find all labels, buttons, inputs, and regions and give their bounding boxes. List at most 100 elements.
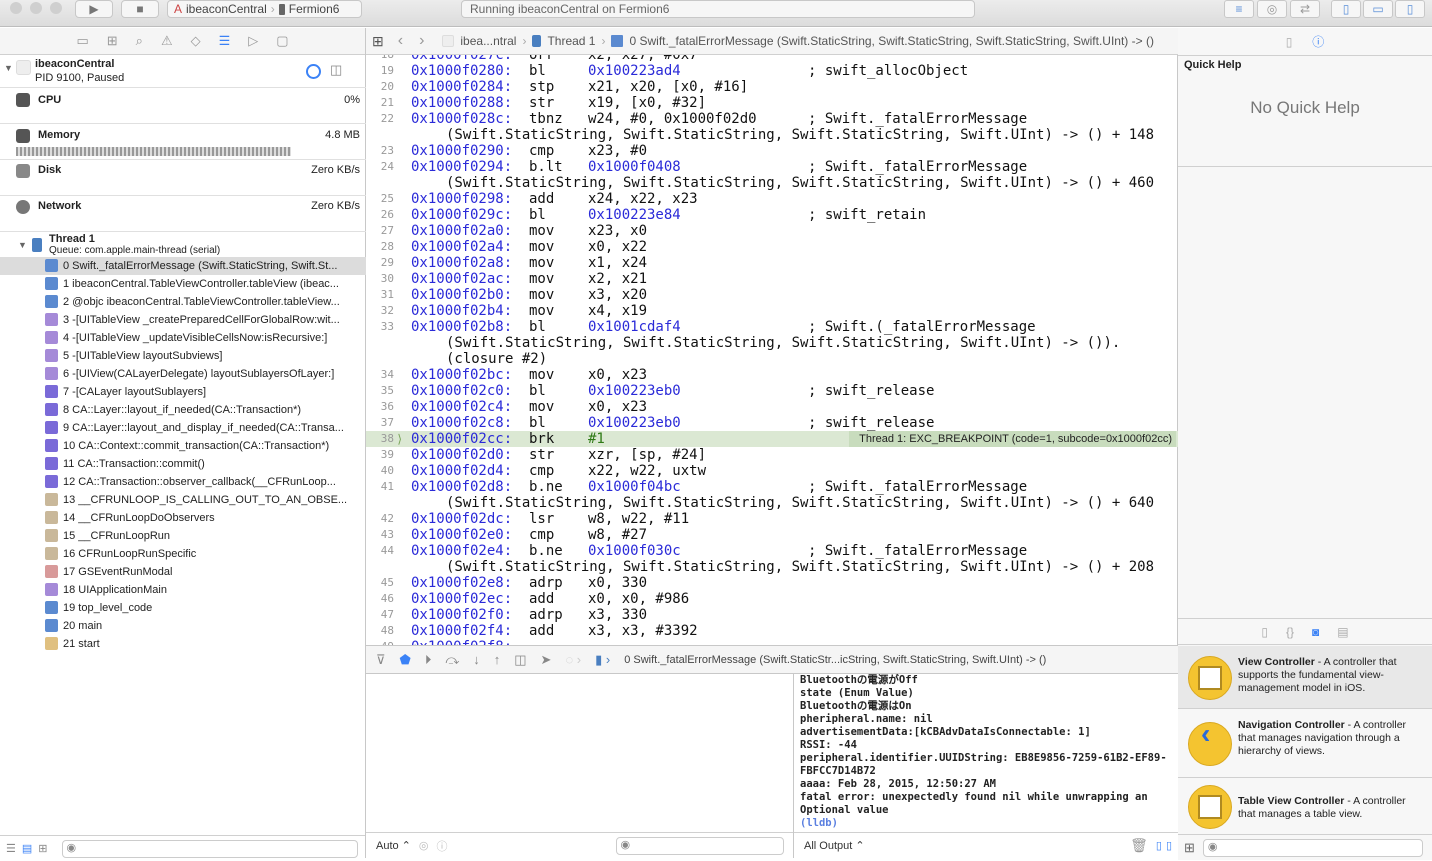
line-number[interactable]: 32 bbox=[366, 303, 394, 319]
code-view[interactable]: 18 0x1000f027c: orr x2, x27, #0x7 19 0x1000f0… bbox=[366, 55, 1178, 645]
line-number[interactable]: 21 bbox=[366, 95, 394, 111]
code-line[interactable]: 34 0x1000f02bc: mov x0, x23 bbox=[366, 367, 1178, 383]
code-line[interactable]: 29 0x1000f02a8: mov x1, x24 bbox=[366, 255, 1178, 271]
line-number[interactable]: 29 bbox=[366, 255, 394, 271]
search-icon[interactable]: ⌕ bbox=[136, 33, 143, 49]
object-library-icon[interactable]: ◙ bbox=[1312, 625, 1319, 639]
disclosure-triangle-icon[interactable]: ▼ bbox=[18, 240, 27, 250]
code-line[interactable]: 45 0x1000f02e8: adrp x0, 330 bbox=[366, 575, 1178, 591]
line-number[interactable]: 31 bbox=[366, 287, 394, 303]
lldb-prompt[interactable]: (lldb) bbox=[800, 817, 1172, 830]
code-line[interactable]: 40 0x1000f02d4: cmp x22, w22, uxtw bbox=[366, 463, 1178, 479]
continue-icon[interactable]: ⏵ bbox=[425, 652, 432, 668]
line-number[interactable]: 44 bbox=[366, 543, 394, 559]
line-number[interactable]: 25 bbox=[366, 191, 394, 207]
stack-frame[interactable]: 8 CA::Layer::layout_if_needed(CA::Transa… bbox=[0, 401, 366, 419]
line-number[interactable]: 22 bbox=[366, 111, 394, 127]
stack-frame[interactable]: 9 CA::Layer::layout_and_display_if_neede… bbox=[0, 419, 366, 437]
stack-frame[interactable]: 20 main bbox=[0, 617, 366, 635]
breakpoints-toggle-icon[interactable]: ⬟ bbox=[400, 652, 411, 668]
trash-icon[interactable]: 🗑 bbox=[1130, 837, 1148, 854]
debug-bar-frame[interactable]: 0 Swift._fatalErrorMessage (Swift.Static… bbox=[624, 654, 1046, 666]
hide-debug-area-icon[interactable]: ⊽ bbox=[376, 652, 386, 668]
forward-icon[interactable]: › bbox=[419, 32, 424, 50]
variables-filter-input[interactable]: ◉ bbox=[615, 836, 784, 855]
breakpoint-icon[interactable]: ▷ bbox=[248, 33, 258, 49]
line-number[interactable]: 38 bbox=[366, 431, 394, 447]
report-icon[interactable]: ▢ bbox=[276, 33, 288, 49]
code-line[interactable]: 18 0x1000f027c: orr x2, x27, #0x7 bbox=[366, 55, 1178, 63]
file-inspector-icon[interactable]: ▯ bbox=[1286, 35, 1293, 49]
current-instruction-line[interactable]: 38 0x1000f02cc: brk #1 Thread 1: EXC_BREAKPO… bbox=[366, 431, 1178, 447]
step-over-icon[interactable]: ⤼ bbox=[445, 652, 459, 668]
scheme-app[interactable]: ibeaconCentral bbox=[186, 2, 267, 16]
toggle-navigator-button[interactable]: ▯ bbox=[1331, 0, 1361, 18]
code-line[interactable]: 37 0x1000f02c8: bl 0x100223eb0 ; swift_relea… bbox=[366, 415, 1178, 431]
line-number[interactable]: 27 bbox=[366, 223, 394, 239]
code-line[interactable]: 27 0x1000f02a0: mov x23, x0 bbox=[366, 223, 1178, 239]
back-icon[interactable]: ‹ bbox=[398, 32, 403, 50]
stack-frame[interactable]: 17 GSEventRunModal bbox=[0, 563, 366, 581]
code-line[interactable]: 42 0x1000f02dc: lsr w8, w22, #11 bbox=[366, 511, 1178, 527]
gauge-disk[interactable]: Disk Zero KB/s bbox=[0, 160, 366, 196]
test-icon[interactable]: ◇ bbox=[191, 33, 201, 49]
stack-frame[interactable]: 12 CA::Transaction::observer_callback(__… bbox=[0, 473, 366, 491]
line-number[interactable]: 35 bbox=[366, 383, 394, 399]
code-line[interactable]: 25 0x1000f0298: add x24, x22, x23 bbox=[366, 191, 1178, 207]
related-items-icon[interactable]: ⊞ bbox=[372, 33, 384, 50]
show-console-icon[interactable]: ▯ bbox=[1166, 839, 1172, 852]
scheme-selector[interactable]: A ibeaconCentral › Fermion6 bbox=[167, 0, 362, 18]
line-number[interactable]: 34 bbox=[366, 367, 394, 383]
library-item[interactable]: Table View Controller - A controller tha… bbox=[1178, 778, 1432, 836]
code-line[interactable]: 33 0x1000f02b8: bl 0x1001cdaf4 ; Swift.(_fat… bbox=[366, 319, 1178, 367]
filter-crashed-icon[interactable]: ⊞ bbox=[38, 842, 47, 855]
filter-frames-icon[interactable]: ▤ bbox=[22, 842, 32, 855]
line-number[interactable]: 37 bbox=[366, 415, 394, 431]
code-line[interactable]: 35 0x1000f02c0: bl 0x100223eb0 ; swift_relea… bbox=[366, 383, 1178, 399]
filter-input[interactable]: ◉ bbox=[61, 839, 358, 858]
stack-frame[interactable]: 13 __CFRUNLOOP_IS_CALLING_OUT_TO_AN_OBSE… bbox=[0, 491, 366, 509]
stack-frame[interactable]: 7 -[CALayer layoutSublayers] bbox=[0, 383, 366, 401]
line-number[interactable]: 19 bbox=[366, 63, 394, 79]
hierarchy-icon[interactable]: ⊞ bbox=[107, 33, 118, 49]
media-library-icon[interactable]: ▤ bbox=[1337, 625, 1348, 639]
line-number[interactable]: 40 bbox=[366, 463, 394, 479]
jump-frame[interactable]: 0 Swift._fatalErrorMessage (Swift.Static… bbox=[629, 34, 1154, 48]
line-number[interactable]: 20 bbox=[366, 79, 394, 95]
scheme-device[interactable]: Fermion6 bbox=[289, 2, 340, 16]
line-number[interactable]: 26 bbox=[366, 207, 394, 223]
library-item[interactable]: View Controller - A controller that supp… bbox=[1178, 646, 1432, 709]
view-hierarchy-icon[interactable]: ◫ bbox=[514, 652, 526, 668]
line-number[interactable]: 23 bbox=[366, 143, 394, 159]
code-line[interactable]: 41 0x1000f02d8: b.ne 0x1000f04bc ; Swift._fa… bbox=[366, 479, 1178, 511]
stack-frame[interactable]: 6 -[UIView(CALayerDelegate) layoutSublay… bbox=[0, 365, 366, 383]
folder-icon[interactable]: ▭ bbox=[76, 33, 88, 49]
line-number[interactable]: 33 bbox=[366, 319, 394, 335]
code-line[interactable]: 23 0x1000f0290: cmp x23, #0 bbox=[366, 143, 1178, 159]
line-number[interactable]: 48 bbox=[366, 623, 394, 639]
code-line[interactable]: 21 0x1000f0288: str x19, [x0, #32] bbox=[366, 95, 1178, 111]
stack-frame[interactable]: 21 start bbox=[0, 635, 366, 653]
console-output[interactable]: Bluetoothの電源がOff state (Enum Value) Blueto… bbox=[794, 674, 1178, 832]
line-number[interactable]: 47 bbox=[366, 607, 394, 623]
code-line[interactable]: 26 0x1000f029c: bl 0x100223e84 ; swift_retai… bbox=[366, 207, 1178, 223]
line-number[interactable]: 36 bbox=[366, 399, 394, 415]
view-debugger-icon[interactable]: ◫ bbox=[330, 62, 342, 78]
disclosure-triangle-icon[interactable]: ▼ bbox=[4, 63, 13, 73]
show-variables-icon[interactable]: ▯ bbox=[1156, 839, 1162, 852]
line-number[interactable]: 24 bbox=[366, 159, 394, 175]
eye-icon[interactable]: ◎ bbox=[419, 839, 429, 852]
code-line[interactable]: 39 0x1000f02d0: str xzr, [sp, #24] bbox=[366, 447, 1178, 463]
filter-threads-icon[interactable]: ☰ bbox=[6, 842, 16, 855]
gauge-memory[interactable]: Memory 4.8 MB bbox=[0, 124, 366, 160]
code-line[interactable]: 31 0x1000f02b0: mov x3, x20 bbox=[366, 287, 1178, 303]
stack-frame[interactable]: 3 -[UITableView _createPreparedCellForGl… bbox=[0, 311, 366, 329]
library-item[interactable]: ‹ Navigation Controller - A controller th… bbox=[1178, 709, 1432, 778]
line-number[interactable]: 42 bbox=[366, 511, 394, 527]
stack-frame[interactable]: 10 CA::Context::commit_transaction(CA::T… bbox=[0, 437, 366, 455]
grid-view-icon[interactable]: ⊞ bbox=[1184, 840, 1195, 856]
instruction-pointer-icon[interactable]: ⟩ bbox=[396, 431, 403, 447]
line-number[interactable]: 43 bbox=[366, 527, 394, 543]
stop-button[interactable]: ■ bbox=[121, 0, 159, 18]
gauge-network[interactable]: Network Zero KB/s bbox=[0, 196, 366, 232]
